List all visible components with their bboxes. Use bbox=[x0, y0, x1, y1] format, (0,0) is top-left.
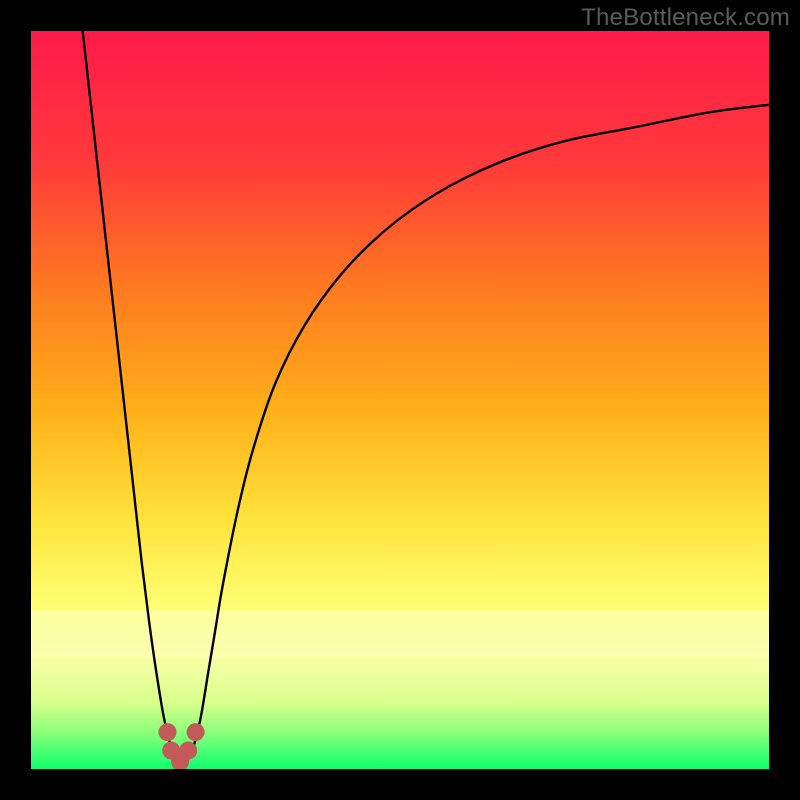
highlight-band bbox=[31, 610, 769, 658]
valley-marker-4 bbox=[187, 723, 205, 741]
chart-svg bbox=[31, 31, 769, 769]
valley-marker-0 bbox=[159, 723, 177, 741]
valley-marker-3 bbox=[179, 742, 197, 760]
watermark-text: TheBottleneck.com bbox=[581, 4, 790, 32]
chart-frame: TheBottleneck.com bbox=[0, 0, 800, 800]
plot-area bbox=[31, 31, 769, 769]
